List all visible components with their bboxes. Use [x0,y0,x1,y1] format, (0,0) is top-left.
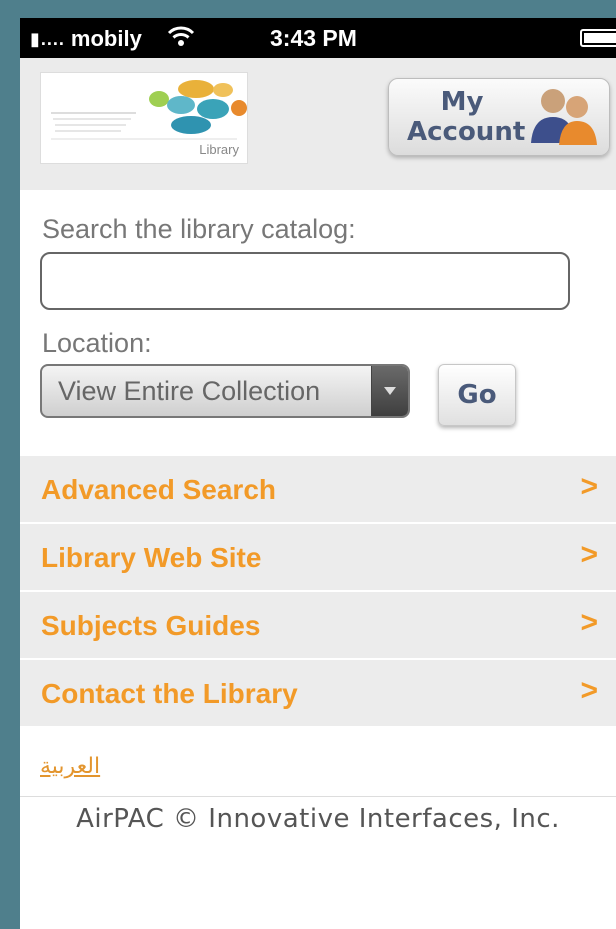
chevron-right-icon: > [580,674,598,707]
logo-caption: Library [199,142,239,157]
signal-indicator: ▮.... mobily [30,26,142,52]
signal-strength-icon: ▮.... [30,28,65,49]
app-header: Library My Account [20,58,616,190]
search-label: Search the library catalog: [42,214,356,244]
my-account-button[interactable]: My Account [388,78,610,156]
battery-icon [580,29,616,47]
people-icon [531,89,597,145]
chevron-right-icon: > [580,470,598,503]
nav-item-label: Contact the Library [41,678,298,709]
nav-item-label: Library Web Site [41,542,262,573]
location-label: Location: [42,328,152,358]
nav-item-subjects-guides[interactable]: Subjects Guides > [20,592,616,660]
catalog-search-input[interactable] [40,252,570,310]
chevron-right-icon: > [580,606,598,639]
carrier-name: mobily [70,26,142,51]
go-button[interactable]: Go [438,364,516,426]
window-frame-top [0,0,616,18]
nav-item-contact-library[interactable]: Contact the Library > [20,660,616,728]
nav-item-label: Subjects Guides [41,610,261,641]
chevron-right-icon: > [580,538,598,571]
location-select[interactable]: View Entire Collection [40,364,410,418]
location-selected-value: View Entire Collection [58,376,321,406]
nav-item-label: Advanced Search [41,474,276,505]
library-logo[interactable]: Library [40,72,248,164]
status-time: 3:43 PM [270,25,357,51]
wifi-icon [166,24,196,54]
status-bar: ▮.... mobily 3:43 PM [20,18,616,58]
my-account-label: My Account [407,87,526,147]
divider [20,796,616,797]
nav-list: Advanced Search > Library Web Site > Sub… [20,456,616,728]
footer-copyright: AirPAC © Innovative Interfaces, Inc. [76,804,560,834]
dropdown-arrow-icon [371,366,408,416]
nav-item-advanced-search[interactable]: Advanced Search > [20,456,616,524]
nav-item-library-web-site[interactable]: Library Web Site > [20,524,616,592]
phone-screen: ▮.... mobily 3:43 PM Library My Account … [20,18,616,929]
arabic-language-link[interactable]: العربية [40,754,100,779]
window-frame-left [0,0,20,929]
